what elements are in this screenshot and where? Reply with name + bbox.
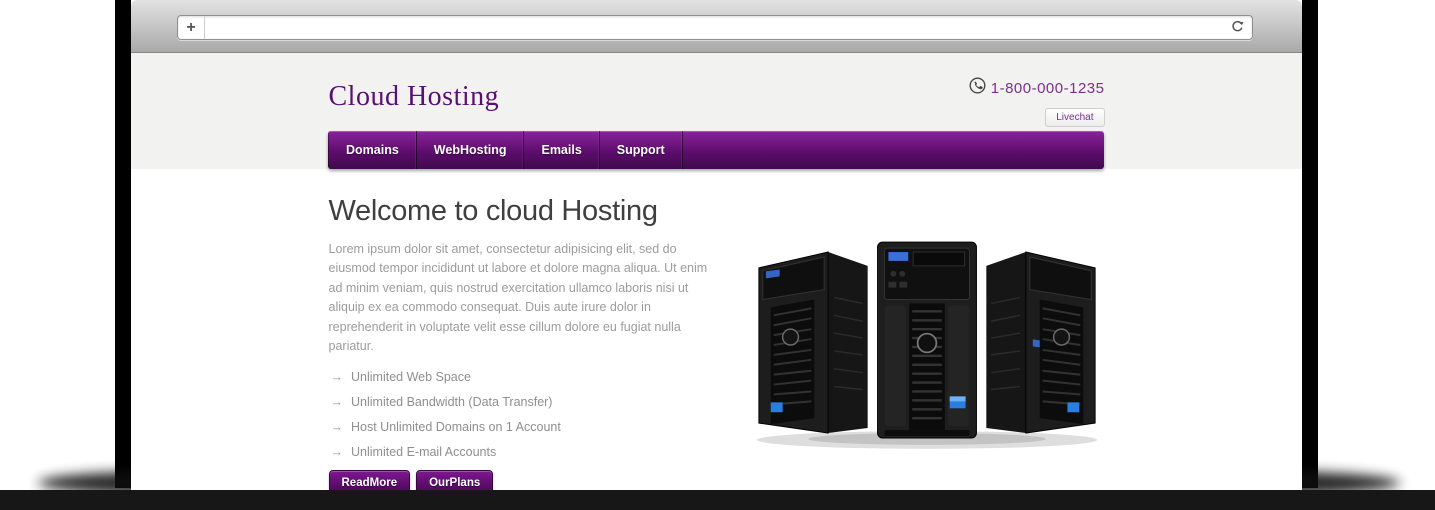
- laptop-base-bar: [0, 490, 1435, 510]
- feature-item: → Host Unlimited Domains on 1 Account: [331, 420, 729, 434]
- nav-item-domains[interactable]: Domains: [328, 131, 417, 169]
- feature-list: → Unlimited Web Space → Unlimited Bandwi…: [329, 370, 729, 459]
- new-tab-button[interactable]: +: [178, 16, 205, 39]
- server-tower-left: [758, 252, 867, 433]
- arrow-icon: →: [331, 370, 344, 384]
- feature-item: → Unlimited Web Space: [331, 370, 729, 384]
- address-input[interactable]: [205, 16, 1222, 39]
- intro-paragraph: Lorem ipsum dolor sit amet, consectetur …: [329, 240, 721, 356]
- url-bar[interactable]: +: [177, 15, 1253, 40]
- arrow-icon: →: [331, 420, 344, 434]
- server-tower-right: [986, 252, 1095, 433]
- feature-label: Unlimited E-mail Accounts: [351, 445, 496, 459]
- feature-label: Unlimited Bandwidth (Data Transfer): [351, 395, 552, 409]
- main-content: Welcome to cloud Hosting Lorem ipsum dol…: [131, 169, 1302, 490]
- phone-icon: [969, 77, 986, 99]
- livechat-button[interactable]: Livechat: [1045, 108, 1104, 127]
- browser-window: + Cloud Hosting: [131, 0, 1302, 490]
- page-title: Welcome to cloud Hosting: [329, 195, 729, 228]
- reload-icon: [1230, 19, 1245, 37]
- main-nav: Domains WebHosting Emails Support: [328, 131, 1104, 169]
- site-logo: Cloud Hosting: [329, 73, 500, 127]
- arrow-icon: →: [331, 395, 344, 409]
- reload-button[interactable]: [1222, 16, 1252, 39]
- laptop-bezel-right: [1302, 0, 1318, 488]
- feature-label: Unlimited Web Space: [351, 370, 471, 384]
- server-tower-center: [877, 242, 976, 438]
- feature-item: → Unlimited Bandwidth (Data Transfer): [331, 395, 729, 409]
- arrow-icon: →: [331, 445, 344, 459]
- servers-image: [749, 237, 1105, 457]
- ourplans-button[interactable]: OurPlans: [416, 470, 493, 490]
- nav-item-webhosting[interactable]: WebHosting: [417, 131, 525, 169]
- phone-number: 1-800-000-1235: [991, 80, 1105, 97]
- nav-item-support[interactable]: Support: [600, 131, 683, 169]
- nav-item-emails[interactable]: Emails: [524, 131, 599, 169]
- feature-item: → Unlimited E-mail Accounts: [331, 445, 729, 459]
- browser-toolbar: +: [131, 0, 1302, 53]
- readmore-button[interactable]: ReadMore: [329, 470, 411, 490]
- laptop-bezel-left: [115, 0, 131, 488]
- feature-label: Host Unlimited Domains on 1 Account: [351, 420, 561, 434]
